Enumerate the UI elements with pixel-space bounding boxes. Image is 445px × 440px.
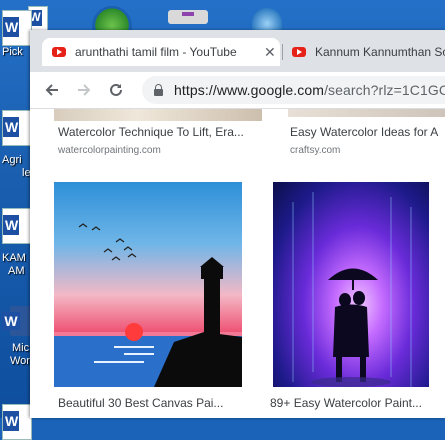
desktop-icon-label: le [22,167,31,179]
desktop-icon-kam[interactable]: KAM AM [0,208,32,278]
device-led [182,12,194,16]
lighthouse-painting-thumbnail[interactable] [54,182,242,387]
tab-title: Kannum Kannumthan So [315,45,445,59]
result-thumbnail[interactable] [288,109,445,117]
lock-icon[interactable] [154,83,163,96]
word-document-icon [2,208,32,244]
network-globe-icon[interactable] [252,8,282,30]
browser-window: arunthathi tamil film - YouTube ✕ Kannum… [30,30,445,418]
result-title[interactable]: 89+ Easy Watercolor Paint... [270,396,422,410]
back-arrow-icon[interactable] [40,78,64,102]
url-path: /search?rlz=1C1GCE [324,82,445,98]
youtube-icon [292,47,306,57]
url-host: https://www.google.com [174,82,325,98]
result-source[interactable]: craftsy.com [290,145,438,156]
desktop-icon-label: Wor [10,355,30,367]
microsoft-word-icon: W [2,306,32,336]
tab-strip: arunthathi tamil film - YouTube ✕ Kannum… [30,30,445,72]
word-document-icon [2,110,32,146]
youtube-icon [52,47,66,57]
result-card[interactable]: Beautiful 30 Best Canvas Pai... [58,396,223,410]
word-document-icon [2,10,32,46]
result-thumbnail[interactable] [54,109,262,121]
tab-title: arunthathi tamil film - YouTube [75,45,237,59]
result-title[interactable]: Beautiful 30 Best Canvas Pai... [58,396,223,410]
device-icon[interactable] [168,10,208,24]
result-card[interactable]: Easy Watercolor Ideas for A craftsy.com [290,125,438,156]
globe-app-icon[interactable] [92,6,132,30]
tab-separator [282,44,283,60]
url-text: https://www.google.com/search?rlz=1C1GCE [174,82,445,98]
tab-youtube-arunthathi[interactable]: arunthathi tamil film - YouTube ✕ [42,38,280,66]
address-bar[interactable]: https://www.google.com/search?rlz=1C1GCE [142,76,445,104]
desktop-icon-label: Agri [2,154,22,166]
result-card[interactable]: Watercolor Technique To Lift, Era... wat… [58,125,244,156]
desktop-icon-label: Mic [12,342,30,354]
desktop-icon-pick[interactable]: Pick [0,10,32,59]
browser-toolbar: https://www.google.com/search?rlz=1C1GCE [30,72,445,109]
result-title[interactable]: Watercolor Technique To Lift, Era... [58,125,244,139]
result-title[interactable]: Easy Watercolor Ideas for A [290,125,438,139]
desktop-icon-label: KAM [2,252,26,264]
umbrella-couple-painting-thumbnail[interactable] [273,182,429,387]
word-document-icon [2,404,32,440]
result-card[interactable]: 89+ Easy Watercolor Paint... [270,396,422,410]
image-results: Watercolor Technique To Lift, Era... wat… [30,109,445,418]
result-source[interactable]: watercolorpainting.com [58,145,244,156]
desktop-icon-label: Pick [2,46,23,58]
reload-icon[interactable] [104,78,128,102]
tab-youtube-kannum[interactable]: Kannum Kannumthan So [284,38,445,66]
desktop-icon-microsoft-word[interactable]: W Mic Wor [0,306,32,368]
desktop-icon-partial[interactable] [0,404,32,440]
desktop-icon-label: AM [8,265,25,277]
desktop-icon-agri[interactable]: Agri le [0,110,32,180]
forward-arrow-icon[interactable] [72,78,96,102]
close-tab-icon[interactable]: ✕ [264,44,276,61]
